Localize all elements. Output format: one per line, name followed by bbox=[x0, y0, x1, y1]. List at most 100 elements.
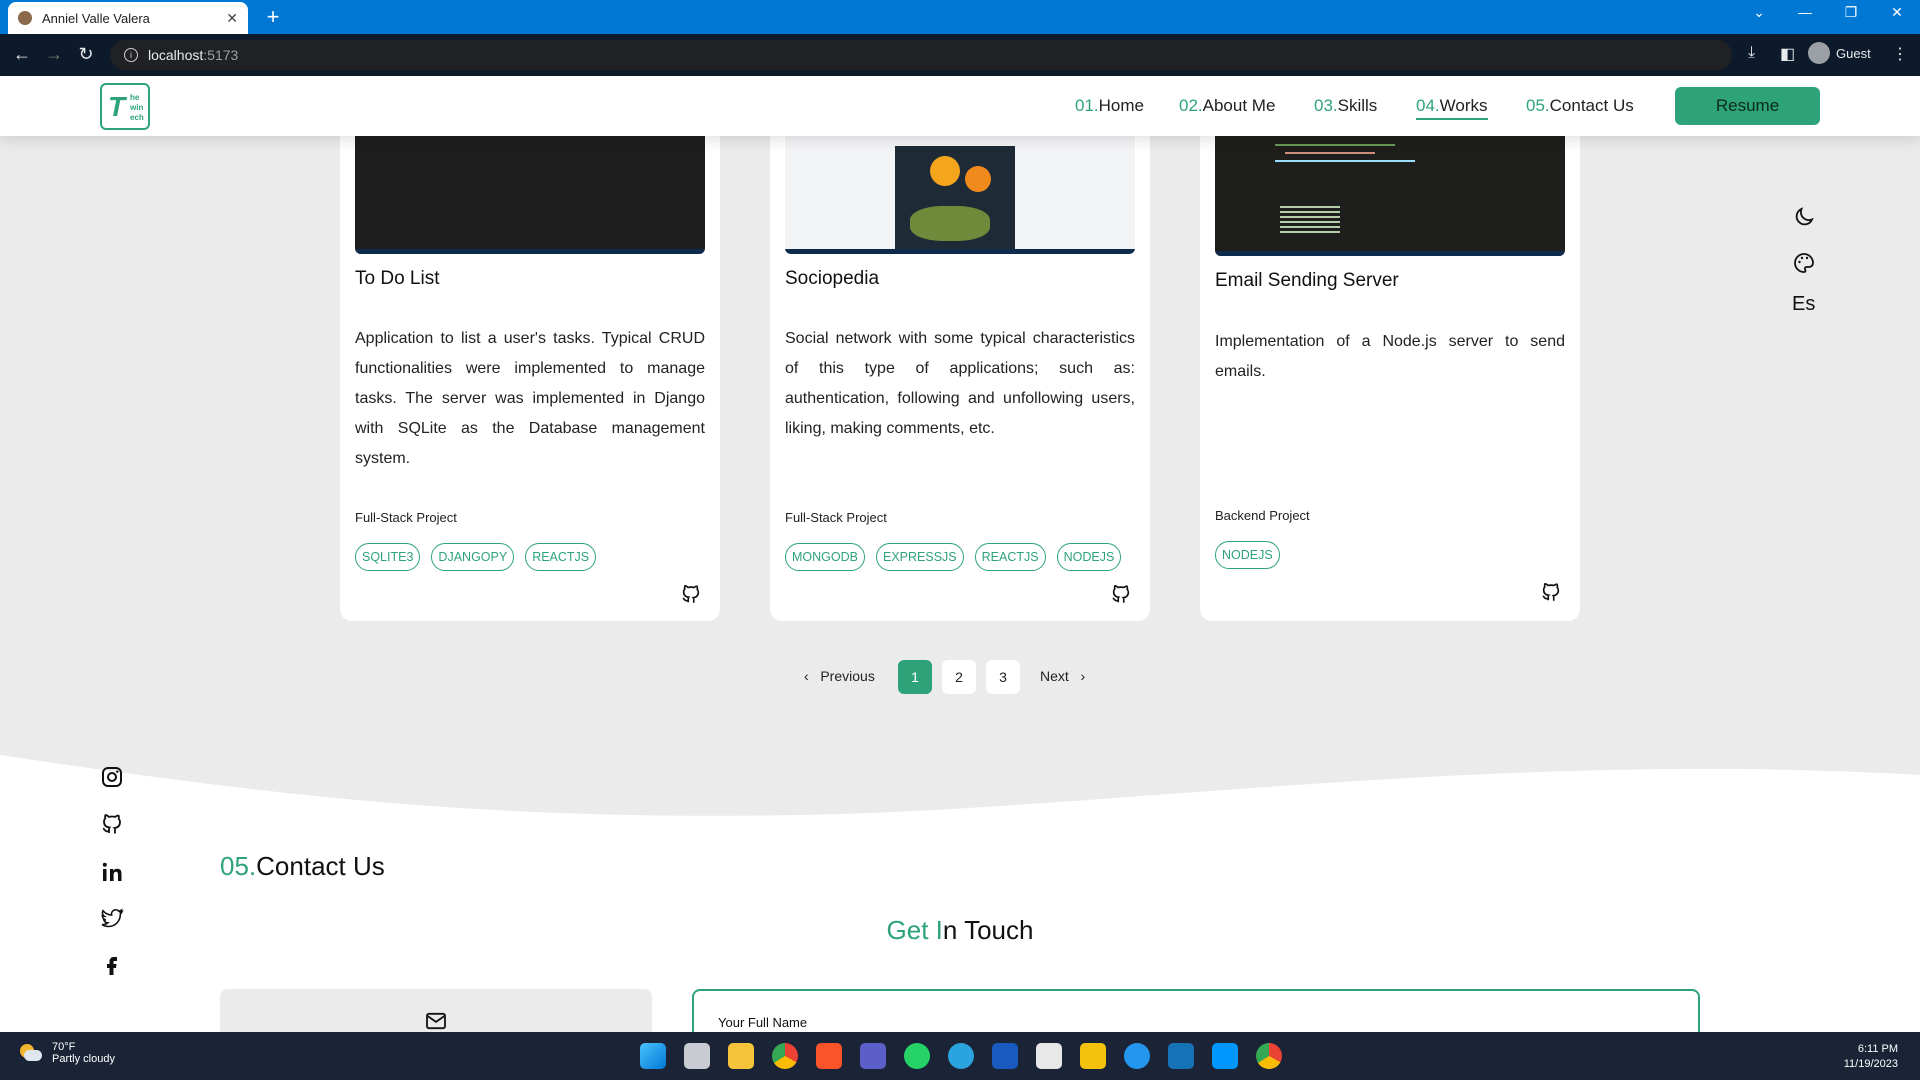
project-description: Social network with some typical charact… bbox=[785, 330, 1135, 437]
nav-contact[interactable]: 05.Contact Us bbox=[1526, 96, 1634, 116]
nav-num: 04. bbox=[1416, 96, 1440, 115]
tag-list: MONGODB EXPRESSJS REACTJS NODEJS bbox=[785, 543, 1122, 571]
language-toggle[interactable]: Es bbox=[1792, 293, 1816, 316]
page-button-1[interactable]: 1 bbox=[898, 660, 932, 694]
profile-button[interactable]: Guest bbox=[1808, 42, 1871, 64]
chrome-active-icon[interactable] bbox=[1256, 1043, 1282, 1069]
project-screenshot bbox=[785, 136, 1135, 254]
section-title: 05.Contact Us bbox=[220, 851, 385, 882]
resume-button[interactable]: Resume bbox=[1675, 87, 1820, 125]
previous-page-link[interactable]: ‹ Previous bbox=[804, 668, 875, 684]
tag: REACTJS bbox=[525, 543, 597, 571]
full-name-label: Your Full Name bbox=[718, 1015, 808, 1030]
tag: EXPRESSJS bbox=[875, 543, 964, 571]
nav-skills[interactable]: 03.Skills bbox=[1314, 96, 1377, 116]
site-info-icon[interactable]: i bbox=[124, 48, 138, 62]
next-label: Next bbox=[1040, 668, 1069, 684]
back-icon[interactable]: ← bbox=[10, 44, 34, 65]
word-icon[interactable] bbox=[992, 1043, 1018, 1069]
nav-label: Home bbox=[1098, 96, 1144, 115]
project-card: To Do List Application to list a user's … bbox=[340, 136, 720, 621]
url-port: :5173 bbox=[203, 47, 239, 63]
side-panel-icon[interactable]: ◧ bbox=[1780, 44, 1795, 64]
github-icon[interactable] bbox=[680, 582, 702, 606]
tag: SQLITE3 bbox=[355, 543, 421, 571]
vscode-icon[interactable] bbox=[1212, 1043, 1238, 1069]
new-tab-icon[interactable]: + bbox=[260, 4, 286, 30]
css3-icon[interactable] bbox=[1168, 1043, 1194, 1069]
clock-date: 11/19/2023 bbox=[1843, 1058, 1898, 1070]
weather-widget[interactable]: 70°F Partly cloudy bbox=[18, 1041, 115, 1065]
task-view-icon[interactable] bbox=[684, 1043, 710, 1069]
tag: NODEJS bbox=[1215, 541, 1280, 569]
project-type: Full-Stack Project bbox=[785, 510, 887, 525]
close-window-icon[interactable]: ✕ bbox=[1882, 4, 1912, 21]
nav-num: 05. bbox=[1526, 96, 1550, 115]
logo-text: he win ech bbox=[130, 93, 144, 122]
tab-search-icon[interactable]: ⌄ bbox=[1744, 4, 1774, 21]
snipping-tool-icon[interactable] bbox=[1036, 1043, 1062, 1069]
minimize-icon[interactable]: — bbox=[1790, 4, 1820, 20]
linkedin-icon[interactable] bbox=[100, 860, 124, 884]
project-title: Email Sending Server bbox=[1215, 270, 1399, 291]
browser-tab-strip: Anniel Valle Valera ✕ + ⌄ — ❐ ✕ bbox=[0, 0, 1920, 34]
github-icon[interactable] bbox=[1110, 582, 1132, 606]
site-logo[interactable]: T he win ech bbox=[100, 83, 150, 130]
chrome-icon[interactable] bbox=[772, 1043, 798, 1069]
nav-num: 03. bbox=[1314, 96, 1338, 115]
next-page-link[interactable]: Next › bbox=[1040, 668, 1085, 684]
nav-label: Contact Us bbox=[1549, 96, 1634, 115]
system-clock[interactable]: 6:11 PM 11/19/2023 bbox=[1844, 1042, 1898, 1072]
favicon-icon bbox=[18, 11, 32, 25]
tag: REACTJS bbox=[974, 543, 1046, 571]
project-card: Email Sending Server Implementation of a… bbox=[1200, 136, 1580, 621]
menu-icon[interactable]: ⋮ bbox=[1892, 44, 1908, 64]
github-icon[interactable] bbox=[1540, 580, 1562, 604]
page-button-3[interactable]: 3 bbox=[986, 660, 1020, 694]
start-icon[interactable] bbox=[640, 1043, 666, 1069]
heading-rest: n Touch bbox=[942, 915, 1034, 945]
nav-num: 01. bbox=[1075, 96, 1099, 115]
docker-icon[interactable] bbox=[1124, 1043, 1150, 1069]
previous-label: Previous bbox=[820, 668, 875, 684]
file-explorer-icon[interactable] bbox=[728, 1043, 754, 1069]
nav-label: Skills bbox=[1337, 96, 1378, 115]
download-icon[interactable]: ⤓ bbox=[1748, 44, 1755, 62]
instagram-icon[interactable] bbox=[100, 765, 124, 789]
nav-num: 02. bbox=[1179, 96, 1203, 115]
telegram-icon[interactable] bbox=[948, 1043, 974, 1069]
profile-label: Guest bbox=[1836, 45, 1871, 61]
github-icon[interactable] bbox=[100, 812, 124, 836]
nav-about[interactable]: 02.About Me bbox=[1179, 96, 1275, 116]
brave-icon[interactable] bbox=[816, 1043, 842, 1069]
moon-icon[interactable] bbox=[1792, 205, 1816, 229]
site-header: T he win ech 01.Home 02.About Me 03.Skil… bbox=[0, 76, 1920, 136]
mail-icon bbox=[426, 1012, 446, 1030]
nav-works[interactable]: 04.Works bbox=[1416, 96, 1488, 120]
palette-icon[interactable] bbox=[1792, 251, 1816, 275]
chevron-left-icon: ‹ bbox=[804, 668, 809, 684]
restore-icon[interactable]: ❐ bbox=[1836, 4, 1866, 21]
project-description: Implementation of a Node.js server to se… bbox=[1215, 333, 1565, 380]
page-button-2[interactable]: 2 bbox=[942, 660, 976, 694]
nav-label: Works bbox=[1439, 96, 1488, 115]
reload-icon[interactable]: ↻ bbox=[74, 44, 98, 65]
facebook-icon[interactable] bbox=[100, 953, 124, 977]
drive-icon[interactable] bbox=[1080, 1043, 1106, 1069]
teams-icon[interactable] bbox=[860, 1043, 886, 1069]
tag: NODEJS bbox=[1056, 543, 1122, 571]
project-type: Full-Stack Project bbox=[355, 510, 457, 525]
whatsapp-icon[interactable] bbox=[904, 1043, 930, 1069]
os-taskbar: 70°F Partly cloudy 6:11 PM 11/19/2023 bbox=[0, 1032, 1920, 1080]
close-tab-icon[interactable]: ✕ bbox=[226, 10, 238, 27]
browser-tab[interactable]: Anniel Valle Valera ✕ bbox=[8, 2, 248, 34]
weather-desc: Partly cloudy bbox=[52, 1053, 115, 1065]
project-screenshot bbox=[355, 136, 705, 254]
nav-home[interactable]: 01.Home bbox=[1075, 96, 1144, 116]
tag-list: NODEJS bbox=[1215, 541, 1280, 569]
project-type: Backend Project bbox=[1215, 508, 1310, 523]
address-bar[interactable]: i localhost:5173 bbox=[110, 40, 1732, 70]
weather-temp: 70°F bbox=[52, 1041, 76, 1053]
forward-icon[interactable]: → bbox=[42, 44, 66, 65]
get-in-touch-heading: Get In Touch bbox=[0, 915, 1920, 946]
